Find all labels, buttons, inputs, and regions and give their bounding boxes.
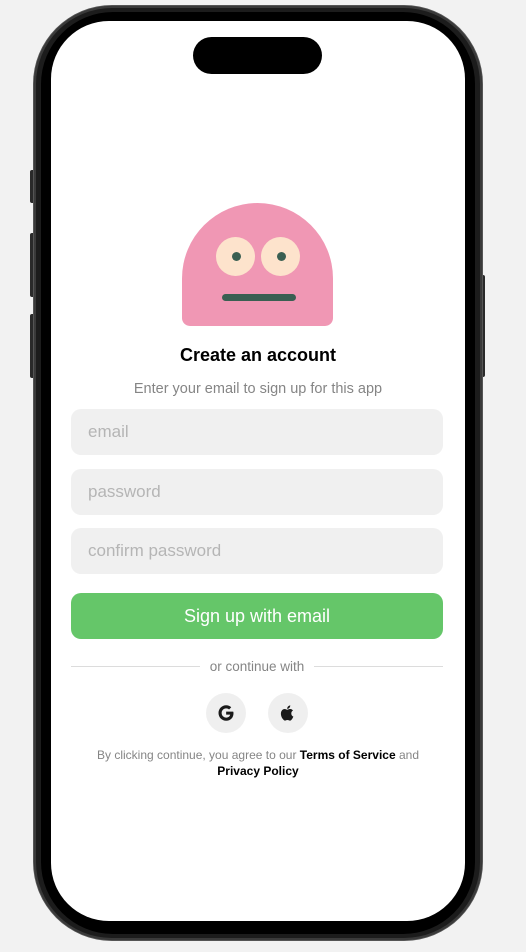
google-icon [217,704,235,722]
divider-line-left [71,665,200,667]
privacy-policy-link[interactable]: Privacy Policy [217,764,298,778]
terms-of-service-link[interactable]: Terms of Service [300,748,396,762]
legal-prefix: By clicking continue, you agree to our [97,748,297,762]
page-subtitle: Enter your email to sign up for this app [133,381,383,397]
mascot-left-pupil [232,252,241,261]
sign-up-with-email-button[interactable]: Sign up with email [71,593,443,639]
device-stage: Create an account Enter your email to si… [0,0,526,952]
mascot-right-pupil [277,252,286,261]
dynamic-island [193,37,322,74]
continue-with-divider: or continue with [71,658,443,674]
apple-icon [279,704,297,722]
page-title: Create an account [179,345,337,365]
mascot-right-eye [261,237,300,276]
mascot-body [182,203,333,326]
mascot-left-eye [216,237,255,276]
confirm-password-input[interactable] [71,528,443,574]
password-input[interactable] [71,469,443,515]
email-input[interactable] [71,409,443,455]
apple-sign-in-button[interactable] [268,693,308,733]
google-sign-in-button[interactable] [206,693,246,733]
phone-screen: Create an account Enter your email to si… [51,21,465,921]
legal-conjunction: and [398,748,419,762]
mascot-mouth [222,294,296,301]
legal-notice: By clicking continue, you agree to our T… [81,747,435,779]
divider-text: or continue with [209,658,305,674]
divider-line-right [314,665,443,667]
mascot-illustration [182,203,333,326]
